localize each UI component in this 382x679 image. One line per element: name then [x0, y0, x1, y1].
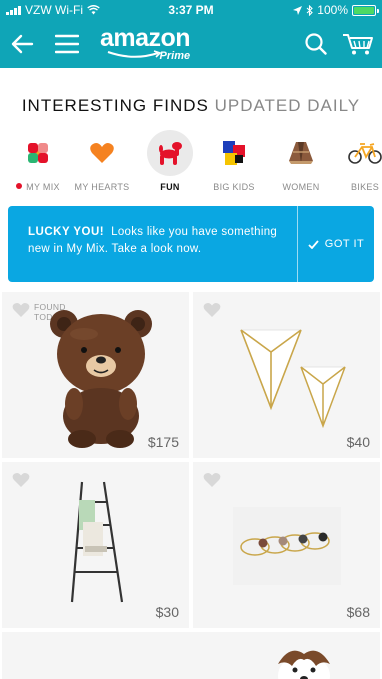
heart-outline-icon[interactable]: [12, 302, 30, 318]
got-it-button[interactable]: GOT IT: [298, 206, 374, 282]
product-price: $40: [346, 434, 370, 450]
category-my-mix[interactable]: MY MIX: [2, 130, 74, 192]
headline-title: INTERESTING FINDS: [21, 96, 209, 115]
status-bar: VZW Wi-Fi 3:37 PM 100%: [0, 0, 382, 20]
logo-brand: amazon: [100, 24, 191, 52]
product-card-rings[interactable]: $68: [193, 462, 380, 628]
category-fun[interactable]: FUN: [134, 130, 206, 192]
geometric-planters-image: [240, 329, 346, 429]
product-card-planters[interactable]: $40: [193, 292, 380, 458]
category-strip: MY MIX MY HEARTS FUN BIG KIDS WOMEN BIKE…: [0, 130, 382, 196]
category-label: MY HEARTS: [74, 182, 130, 192]
headline-subtitle: UPDATED DAILY: [214, 96, 361, 115]
ladder-rack-image: [70, 481, 124, 603]
back-icon[interactable]: [6, 28, 38, 60]
category-label: BIKES: [350, 182, 379, 192]
product-price: $68: [346, 604, 370, 620]
category-women[interactable]: WOMEN: [265, 130, 337, 192]
heart-outline-icon[interactable]: [12, 472, 30, 488]
category-label: MY MIX: [2, 182, 74, 192]
amazon-prime-logo[interactable]: amazon Prime: [100, 24, 191, 62]
product-card-dog[interactable]: [2, 632, 380, 679]
heart-outline-icon[interactable]: [203, 472, 221, 488]
gemstone-rings-image: [233, 507, 341, 585]
banner-message: LUCKY YOU! Looks like you have something…: [28, 224, 290, 258]
mix-icon: [15, 130, 61, 176]
location-icon: [293, 5, 303, 15]
product-card-bear[interactable]: FOUND TODAY $175: [2, 292, 189, 458]
smile-icon: [107, 50, 162, 58]
category-bikes[interactable]: BIKES: [329, 130, 382, 192]
cube-icon: [211, 130, 257, 176]
product-price: $30: [155, 604, 179, 620]
search-icon[interactable]: [300, 28, 332, 60]
bluetooth-icon: [306, 4, 314, 16]
check-icon: [308, 239, 319, 249]
heart-icon: [79, 130, 125, 176]
new-indicator-dot: [16, 183, 23, 189]
poncho-icon: [278, 130, 324, 176]
banner-lead: LUCKY YOU!: [28, 226, 105, 238]
nav-bar: amazon Prime: [0, 20, 382, 68]
category-label: FUN: [160, 182, 180, 192]
battery-percent: 100%: [317, 3, 348, 17]
my-mix-banner: LUCKY YOU! Looks like you have something…: [8, 206, 374, 282]
got-it-label: GOT IT: [324, 238, 365, 250]
cart-icon[interactable]: [340, 28, 376, 60]
logo-prime: Prime: [159, 50, 191, 62]
category-my-hearts[interactable]: MY HEARTS: [66, 130, 138, 192]
status-right: 100%: [293, 3, 379, 17]
menu-icon[interactable]: [51, 28, 83, 60]
product-price: $175: [147, 434, 179, 450]
category-label: BIG KIDS: [213, 182, 255, 192]
page-headline: INTERESTING FINDS UPDATED DAILY: [0, 96, 382, 116]
heart-outline-icon[interactable]: [203, 302, 221, 318]
balloon-dog-icon: [147, 130, 193, 176]
category-big-kids[interactable]: BIG KIDS: [198, 130, 270, 192]
product-card-ladder[interactable]: $30: [2, 462, 189, 628]
dog-photo-image: [278, 650, 330, 679]
bear-figure-image: [50, 310, 152, 448]
category-label: WOMEN: [282, 182, 320, 192]
bicycle-icon: [342, 130, 382, 176]
battery-icon: [352, 4, 379, 16]
